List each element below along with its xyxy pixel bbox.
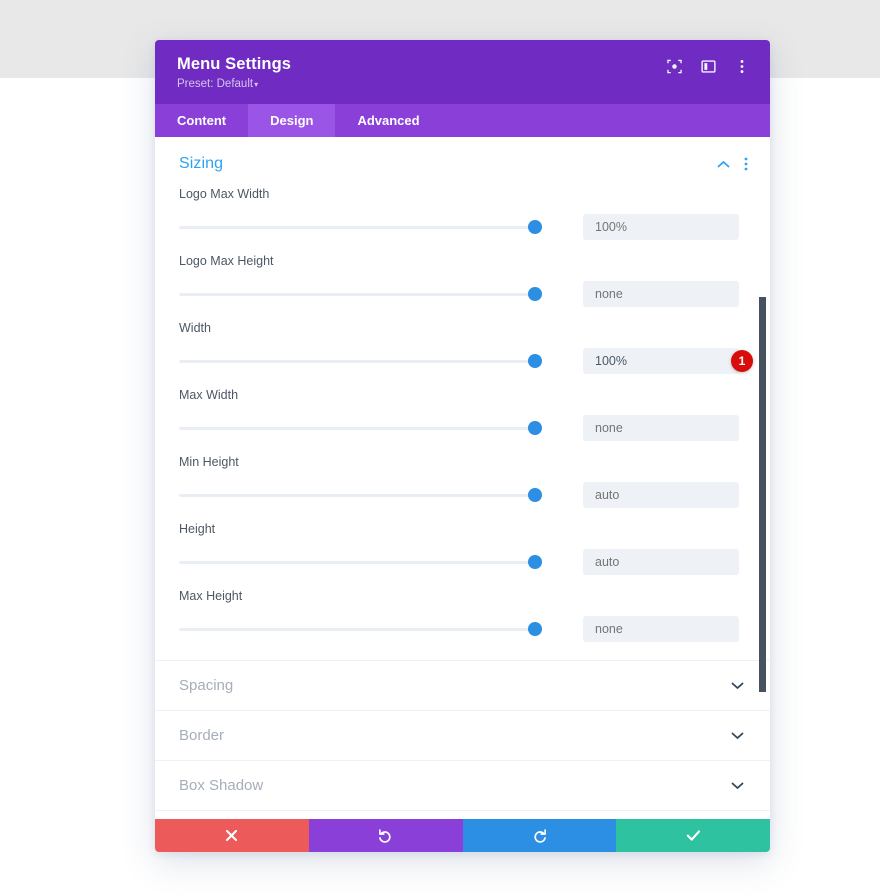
section-title: Box Shadow — [179, 777, 263, 794]
control-min-height: Min Height — [155, 445, 770, 512]
input-width[interactable] — [583, 348, 739, 374]
tab-content[interactable]: Content — [155, 104, 248, 137]
sizing-section-icons — [717, 157, 748, 171]
more-vertical-icon[interactable] — [744, 157, 748, 171]
control-row — [179, 616, 748, 642]
preset-label: Preset: Default — [177, 78, 253, 90]
slider-max-width[interactable] — [179, 419, 539, 437]
scrollbar-thumb[interactable] — [759, 297, 766, 692]
control-width: Width 1 — [155, 311, 770, 378]
modal-header: Menu Settings Preset: Default▾ — [155, 40, 770, 104]
field-holder — [539, 549, 739, 575]
sizing-section-header[interactable]: Sizing — [155, 137, 770, 177]
redo-button[interactable] — [463, 819, 617, 852]
control-logo-max-height: Logo Max Height — [155, 244, 770, 311]
header-titles: Menu Settings Preset: Default▾ — [177, 54, 291, 91]
panel-layout-icon[interactable] — [700, 58, 716, 74]
control-logo-max-width: Logo Max Width — [155, 177, 770, 244]
control-label: Width — [179, 321, 748, 335]
section-title: Spacing — [179, 677, 233, 694]
slider-logo-max-height[interactable] — [179, 285, 539, 303]
control-label: Min Height — [179, 455, 748, 469]
input-logo-max-height[interactable] — [583, 281, 739, 307]
slider-track — [179, 226, 539, 229]
tab-bar: Content Design Advanced — [155, 104, 770, 137]
section-box-shadow[interactable]: Box Shadow — [155, 760, 770, 810]
scrollbar-track[interactable] — [759, 137, 766, 819]
field-holder — [539, 214, 739, 240]
section-spacing[interactable]: Spacing — [155, 660, 770, 710]
section-title: Border — [179, 727, 224, 744]
input-max-height[interactable] — [583, 616, 739, 642]
slider-track — [179, 494, 539, 497]
field-holder: 1 — [539, 348, 739, 374]
control-label: Logo Max Width — [179, 187, 748, 201]
control-label: Logo Max Height — [179, 254, 748, 268]
header-icon-group — [666, 58, 750, 74]
input-min-height[interactable] — [583, 482, 739, 508]
slider-track — [179, 427, 539, 430]
chevron-up-icon[interactable] — [717, 160, 730, 169]
slider-max-height[interactable] — [179, 620, 539, 638]
slider-min-height[interactable] — [179, 486, 539, 504]
slider-track — [179, 561, 539, 564]
control-label: Max Height — [179, 589, 748, 603]
chevron-down-icon[interactable] — [731, 731, 744, 740]
preset-selector[interactable]: Preset: Default▾ — [177, 78, 291, 92]
field-holder — [539, 415, 739, 441]
more-vertical-icon[interactable] — [734, 58, 750, 74]
control-row — [179, 482, 748, 508]
control-row — [179, 281, 748, 307]
input-max-width[interactable] — [583, 415, 739, 441]
control-row: 1 — [179, 348, 748, 374]
control-label: Max Width — [179, 388, 748, 402]
control-max-height: Max Height — [155, 579, 770, 646]
tab-design[interactable]: Design — [248, 104, 335, 137]
input-logo-max-width[interactable] — [583, 214, 739, 240]
slider-track — [179, 628, 539, 631]
control-label: Height — [179, 522, 748, 536]
field-holder — [539, 616, 739, 642]
chevron-down-icon[interactable] — [731, 681, 744, 690]
section-border[interactable]: Border — [155, 710, 770, 760]
slider-track — [179, 293, 539, 296]
settings-scroll-area: Sizing — [155, 137, 770, 819]
modal-footer — [155, 819, 770, 852]
undo-button[interactable] — [309, 819, 463, 852]
slider-track — [179, 360, 539, 363]
focus-target-icon[interactable] — [666, 58, 682, 74]
field-holder — [539, 482, 739, 508]
slider-logo-max-width[interactable] — [179, 218, 539, 236]
slider-width[interactable] — [179, 352, 539, 370]
section-divider-bottom — [155, 810, 770, 819]
sizing-section-title: Sizing — [179, 155, 223, 173]
check-icon — [686, 829, 701, 842]
slider-height[interactable] — [179, 553, 539, 571]
chevron-down-icon[interactable] — [731, 781, 744, 790]
control-row — [179, 415, 748, 441]
preset-caret-icon: ▾ — [254, 80, 258, 89]
input-height[interactable] — [583, 549, 739, 575]
tab-advanced[interactable]: Advanced — [335, 104, 441, 137]
undo-icon — [378, 828, 393, 843]
save-button[interactable] — [616, 819, 770, 852]
control-row — [179, 549, 748, 575]
redo-icon — [532, 828, 547, 843]
status-badge[interactable]: 1 — [731, 350, 753, 372]
cancel-button[interactable] — [155, 819, 309, 852]
close-icon — [225, 829, 238, 842]
field-holder — [539, 281, 739, 307]
sizing-section: Sizing — [155, 137, 770, 660]
page-title: Menu Settings — [177, 54, 291, 75]
control-max-width: Max Width — [155, 378, 770, 445]
control-height: Height — [155, 512, 770, 579]
menu-settings-modal: Menu Settings Preset: Default▾ — [155, 40, 770, 852]
control-row — [179, 214, 748, 240]
